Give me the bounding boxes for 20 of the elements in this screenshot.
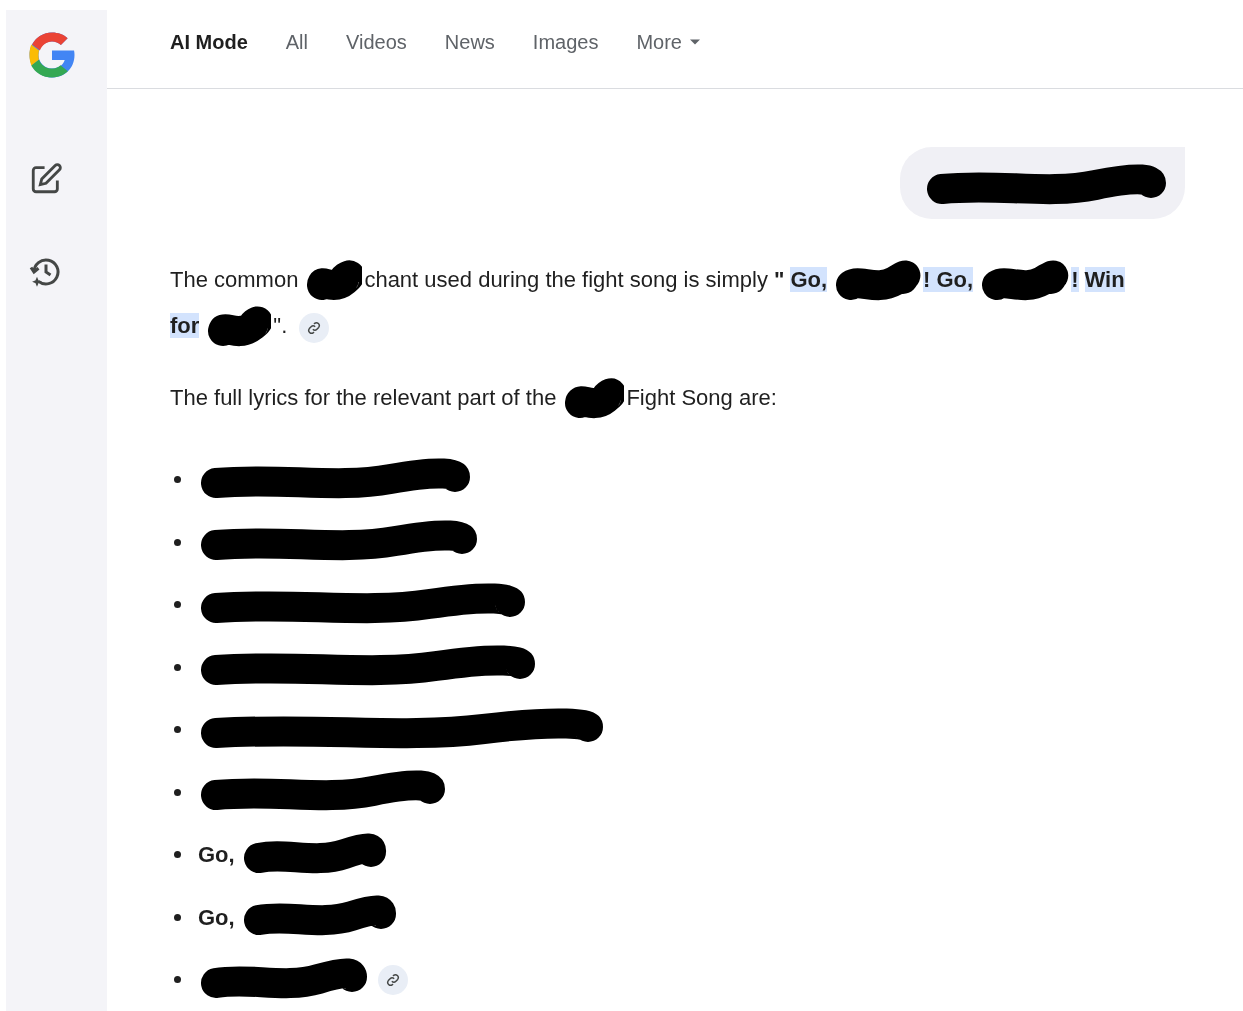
answer-text: ". — [273, 313, 288, 339]
answer-text: ! Go, — [923, 267, 974, 293]
source-link-icon[interactable] — [299, 312, 330, 343]
nav-tab[interactable]: News — [444, 26, 495, 57]
nav-tab[interactable]: All — [285, 26, 308, 57]
nav-tab[interactable]: More — [636, 26, 700, 57]
answer-text: chant used during the fight song is simply — [364, 267, 768, 293]
bullet-icon — [174, 976, 181, 984]
answer-text: The full lyrics for the relevant part of the — [170, 385, 557, 411]
answer-text: ! — [1071, 267, 1079, 293]
answer-text: Go, — [790, 267, 828, 293]
answer-text: Go, — [198, 841, 235, 870]
answer-text: Fight Song are: — [626, 385, 777, 411]
nav-tab[interactable]: AI Mode — [170, 26, 248, 57]
nav-tab[interactable]: Images — [532, 26, 599, 57]
answer-text: " — [773, 267, 785, 293]
answer-text: The common — [170, 267, 299, 293]
source-link-icon[interactable] — [378, 964, 408, 995]
answer-text: Go, — [198, 903, 235, 932]
nav-tab[interactable]: Videos — [346, 26, 407, 57]
